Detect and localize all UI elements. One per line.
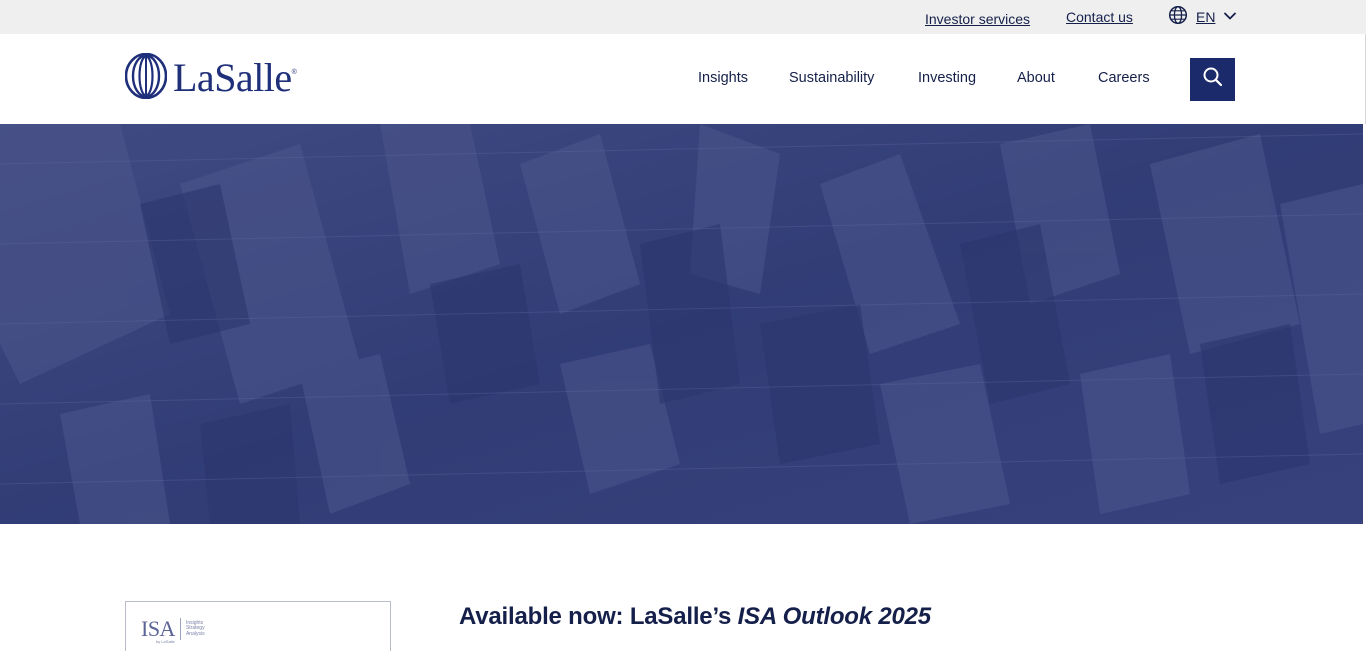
logo-wordmark: LaSalle: [173, 55, 292, 100]
contact-us-link[interactable]: Contact us: [1066, 9, 1133, 25]
isa-subtitle-line: Analysis: [185, 630, 205, 637]
feature-headline: Available now: LaSalle’s ISA Outlook 202…: [459, 603, 931, 631]
isa-outlook-thumbnail[interactable]: ISA Insights Strategy Analysis by LaSall…: [125, 601, 391, 651]
isa-logo-subtitle: Insights Strategy Analysis: [185, 620, 205, 638]
nav-investing[interactable]: Investing: [918, 70, 976, 86]
investor-services-link[interactable]: Investor services: [925, 11, 1030, 27]
isa-by-line: by LaSalle: [156, 639, 175, 644]
logo-mark-icon: [124, 52, 168, 104]
language-code: EN: [1196, 9, 1216, 25]
utility-bar: Investor services Contact us EN: [0, 0, 1366, 34]
lasalle-logo[interactable]: LaSalle ®: [124, 52, 297, 104]
chevron-down-icon: [1223, 8, 1237, 26]
nav-about[interactable]: About: [1017, 70, 1055, 86]
headline-prefix: Available now: LaSalle’s: [459, 603, 738, 630]
hero-aerial-city-image: [0, 124, 1363, 524]
main-header: LaSalle ® Insights Sustainability Invest…: [0, 34, 1366, 124]
nav-careers[interactable]: Careers: [1098, 70, 1150, 86]
hero-banner: [0, 124, 1363, 524]
headline-emphasis: ISA Outlook 2025: [737, 603, 932, 630]
search-icon: [1202, 66, 1224, 93]
globe-icon: [1168, 5, 1188, 30]
isa-logo-divider: [179, 618, 181, 640]
logo-registered-mark: ®: [291, 69, 297, 76]
search-button[interactable]: [1190, 58, 1235, 101]
nav-insights[interactable]: Insights: [698, 70, 748, 86]
language-selector[interactable]: EN: [1168, 5, 1237, 30]
nav-sustainability[interactable]: Sustainability: [789, 70, 874, 86]
